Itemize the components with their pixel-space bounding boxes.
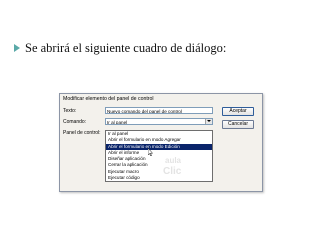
chevron-down-icon[interactable]	[205, 119, 212, 124]
panel-label: Panel de control:	[63, 130, 101, 136]
bullet-text: Se abrirá el siguiente cuadro de diálogo…	[25, 41, 227, 55]
cancel-button[interactable]: Cancelar	[222, 120, 254, 129]
bullet-point: Se abrirá el siguiente cuadro de diálogo…	[14, 41, 226, 56]
watermark-line1: aula	[165, 156, 182, 165]
command-combobox[interactable]: Ir al panel	[105, 118, 213, 125]
command-dropdown-list: Ir al panel Abrir el formulario en modo …	[105, 130, 213, 183]
modify-panel-item-dialog: Modificar elemento del panel de control …	[59, 93, 263, 192]
command-label: Comando:	[63, 119, 87, 125]
watermark-line2: Clic	[163, 166, 182, 177]
text-field[interactable]: Nuevo comando del panel de control	[105, 107, 213, 114]
dropdown-option[interactable]: Ejecutar código	[106, 175, 212, 181]
accept-button[interactable]: Aceptar	[222, 107, 254, 116]
bullet-arrow-icon	[14, 44, 20, 52]
dialog-title: Modificar elemento del panel de control	[60, 94, 262, 104]
text-label: Texto:	[63, 108, 77, 114]
command-combobox-value: Ir al panel	[107, 120, 128, 125]
mouse-pointer-icon	[148, 148, 153, 156]
aulaclic-watermark-logo: aula Clic	[163, 156, 182, 177]
